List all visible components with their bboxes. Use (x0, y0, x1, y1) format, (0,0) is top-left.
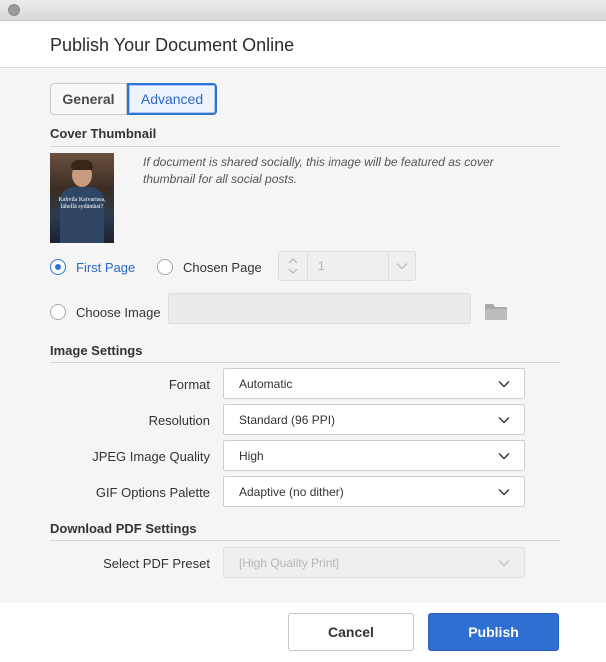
gif-palette-select[interactable]: Adaptive (no dither) (223, 476, 525, 507)
chevron-down-icon (498, 559, 510, 566)
pdf-preset-label: Select PDF Preset (103, 556, 210, 571)
cover-thumbnail-heading: Cover Thumbnail (50, 126, 157, 141)
radio-choose-image[interactable]: Choose Image (50, 304, 161, 320)
thumbnail-caption: Kahvila Kaivarissa, lähellä sydäntäsi? (58, 197, 106, 210)
publish-button[interactable]: Publish (428, 613, 559, 651)
radio-first-page[interactable]: First Page (50, 259, 135, 275)
stepper-arrows-glyph (288, 258, 298, 274)
resolution-value: Standard (96 PPI) (239, 412, 336, 427)
chosen-page-dropdown[interactable] (389, 252, 415, 280)
radio-choose-image-label: Choose Image (76, 304, 161, 320)
chosen-page-stepper[interactable]: 1 (278, 251, 416, 281)
pdf-settings-heading: Download PDF Settings (50, 521, 197, 536)
thumbnail-figure-hair (71, 160, 93, 170)
format-value: Automatic (239, 376, 293, 391)
radio-button[interactable] (157, 259, 173, 275)
chosen-page-value[interactable]: 1 (308, 252, 389, 280)
format-label: Format (168, 377, 210, 392)
stepper-arrows-icon[interactable] (279, 252, 308, 280)
radio-button[interactable] (50, 304, 66, 320)
dialog-header: Publish Your Document Online (0, 21, 606, 68)
gif-palette-value: Adaptive (no dither) (239, 484, 344, 499)
resolution-label: Resolution (148, 413, 210, 428)
format-select[interactable]: Automatic (223, 368, 525, 399)
pdf-preset-select[interactable]: [High Quality Print] (223, 547, 525, 578)
dialog-title: Publish Your Document Online (50, 35, 295, 55)
folder-icon[interactable] (484, 300, 508, 322)
thumbnail-figure-body (60, 187, 104, 243)
jpeg-quality-select[interactable]: High (223, 440, 525, 471)
tab-advanced[interactable]: Advanced (127, 83, 217, 115)
radio-chosen-page-label: Chosen Page (183, 259, 262, 275)
jpeg-quality-label: JPEG Image Quality (92, 449, 210, 464)
section-divider (50, 540, 560, 541)
pdf-preset-value: [High Quality Print] (239, 555, 340, 570)
chevron-down-icon (396, 263, 408, 270)
tab-general[interactable]: General (50, 83, 127, 115)
chevron-down-icon (498, 488, 510, 495)
section-divider (50, 146, 560, 147)
image-path-input[interactable] (168, 293, 471, 324)
cover-thumbnail-image: Kahvila Kaivarissa, lähellä sydäntäsi? (50, 153, 114, 243)
chevron-down-icon (498, 416, 510, 423)
radio-chosen-page[interactable]: Chosen Page (157, 259, 262, 275)
gif-palette-label: GIF Options Palette (95, 485, 210, 500)
cancel-button[interactable]: Cancel (288, 613, 414, 651)
image-settings-heading: Image Settings (50, 343, 143, 358)
jpeg-quality-value: High (239, 448, 264, 463)
resolution-select[interactable]: Standard (96 PPI) (223, 404, 525, 435)
radio-first-page-label: First Page (76, 259, 136, 275)
chevron-down-icon (498, 452, 510, 459)
close-window-button[interactable] (8, 4, 20, 16)
radio-button[interactable] (50, 259, 66, 275)
dialog-content: General Advanced Cover Thumbnail Kahvila… (0, 68, 606, 603)
chevron-down-icon (498, 380, 510, 387)
section-divider (50, 362, 560, 363)
window-titlebar (0, 0, 606, 21)
tab-bar: General Advanced (50, 83, 217, 115)
cover-thumbnail-description: If document is shared socially, this ima… (143, 155, 494, 186)
dialog-footer: Cancel Publish (0, 603, 606, 662)
